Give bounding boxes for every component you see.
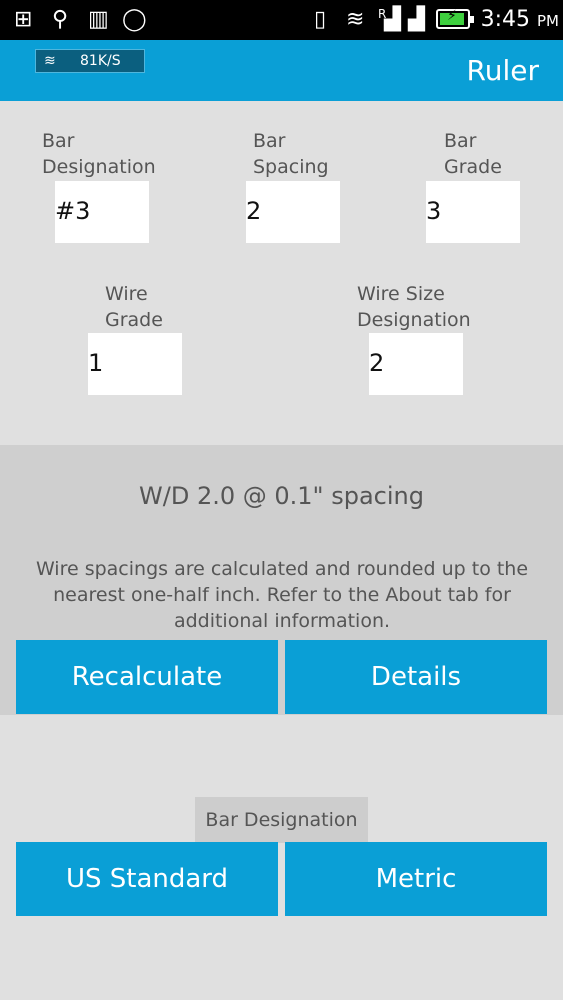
status-bar: ⊞ ⚲ ▥ ◯ ▯ ≋ R ▟ ▟ ⚡ 3:45 PM [0, 0, 563, 40]
signal-strength-icon: ▟ [384, 7, 401, 32]
us-standard-button[interactable]: US Standard [16, 842, 278, 916]
network-speed-badge: ≋ 81K/S [35, 49, 145, 73]
details-button[interactable]: Details [285, 640, 547, 714]
clock-time: 3:45 [480, 7, 530, 32]
usb-icon: ⚲ [52, 7, 69, 32]
signal-strength-icon-2: ▟ [408, 7, 425, 32]
bar-designation-label: Bar Designation [42, 130, 156, 178]
wifi-icon: ≋ [346, 7, 365, 32]
bar-grade-label: Bar Grade [444, 130, 502, 178]
recalculate-button[interactable]: Recalculate [16, 640, 278, 714]
app-bar: ≋ 81K/S Ruler [0, 40, 563, 101]
bar-spacing-input[interactable]: 2 [246, 181, 340, 243]
bar-designation-input[interactable]: #3 [55, 181, 149, 243]
sd-card-icon: ▥ [88, 7, 109, 32]
result-note: Wire spacings are calculated and rounded… [35, 558, 529, 632]
vibrate-icon: ▯ [314, 7, 327, 32]
bar-spacing-label: Bar Spacing [253, 130, 329, 178]
battery-icon: ⚡ [436, 8, 474, 29]
metric-button[interactable]: Metric [285, 842, 547, 916]
units-section-label: Bar Designation [195, 797, 368, 843]
wifi-icon: ≋ [44, 53, 56, 69]
wire-size-designation-input[interactable]: 2 [369, 333, 463, 395]
app-title[interactable]: Ruler [467, 54, 539, 87]
wire-grade-label: Wire Grade [105, 283, 163, 331]
add-notification-icon: ⊞ [14, 7, 33, 32]
wire-size-designation-label: Wire Size Designation [357, 283, 471, 331]
bar-grade-input[interactable]: 3 [426, 181, 520, 243]
clock: 3:45 PM [481, 6, 559, 35]
clock-ampm: PM [537, 12, 559, 30]
whatsapp-icon: ◯ [122, 7, 147, 32]
result-title: W/D 2.0 @ 0.1" spacing [139, 482, 424, 510]
wire-grade-input[interactable]: 1 [88, 333, 182, 395]
network-speed-value: 81K/S [80, 53, 121, 69]
